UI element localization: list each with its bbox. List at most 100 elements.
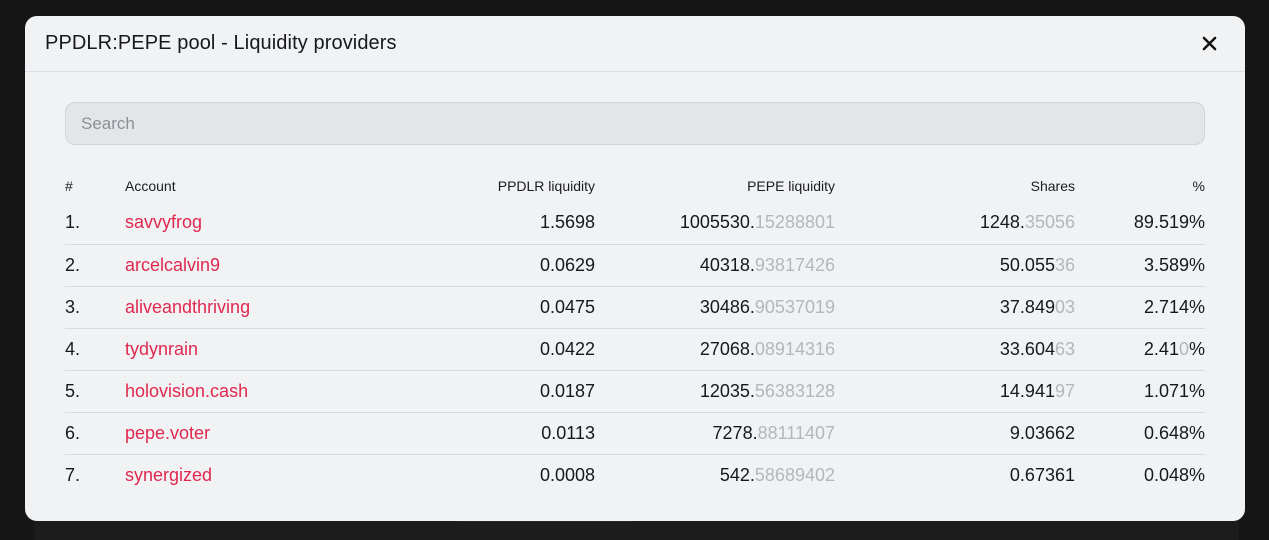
percent-cell: 89.519% [1075, 202, 1205, 245]
row-index: 3. [65, 286, 125, 329]
shares-main-digits: 37.849 [999, 296, 1055, 317]
percent-cell: 0.048% [1075, 454, 1205, 496]
account-cell: aliveandthriving [125, 286, 375, 329]
row-index: 6. [65, 412, 125, 455]
row-index: 1. [65, 202, 125, 245]
table-row: 7. synergized 0.0008 542.58689402 0.6736… [65, 454, 1205, 496]
percent-sign: % [1188, 254, 1205, 275]
percent-dim: 0 [1178, 338, 1189, 359]
modal-body: # Account PPDLR liquidity PEPE liquidity… [25, 72, 1245, 496]
shares-cell: 1248.35056 [835, 202, 1075, 245]
liquidity-providers-modal: PPDLR:PEPE pool - Liquidity providers # … [25, 16, 1245, 521]
percent-sign: % [1188, 422, 1205, 443]
account-link[interactable]: synergized [125, 465, 212, 485]
percent-sign: % [1188, 380, 1205, 401]
ppdlr-liquidity-cell: 0.0629 [375, 244, 595, 287]
row-index: 2. [65, 244, 125, 287]
pepe-dim-digits: 08914316 [754, 338, 835, 359]
header-pepe-liquidity: PEPE liquidity [747, 178, 835, 194]
account-cell: arcelcalvin9 [125, 244, 375, 287]
modal-title: PPDLR:PEPE pool - Liquidity providers [45, 32, 397, 54]
table-header: # Account PPDLR liquidity PEPE liquidity… [65, 170, 1205, 202]
pepe-main-digits: 12035. [699, 380, 755, 401]
account-link[interactable]: savvyfrog [125, 212, 202, 232]
pepe-main-digits: 1005530. [679, 212, 755, 233]
close-button[interactable] [1197, 32, 1221, 56]
pepe-dim-digits: 56383128 [754, 380, 835, 401]
pepe-dim-digits: 93817426 [754, 254, 835, 275]
pepe-main-digits: 542. [719, 464, 755, 485]
pepe-main-digits: 7278. [712, 422, 758, 443]
account-link[interactable]: tydynrain [125, 339, 198, 359]
table-row: 4. tydynrain 0.0422 27068.08914316 33.60… [65, 328, 1205, 371]
pepe-dim-digits: 88111407 [757, 422, 835, 443]
table-body: 1. savvyfrog 1.5698 1005530.15288801 124… [65, 202, 1205, 496]
shares-dim-digits: 63 [1054, 338, 1075, 359]
pepe-main-digits: 27068. [699, 338, 755, 359]
percent-cell: 1.071% [1075, 370, 1205, 413]
row-index: 5. [65, 370, 125, 413]
pepe-liquidity-cell: 12035.56383128 [595, 370, 835, 413]
percent-main: 3.589 [1143, 254, 1189, 275]
search-input[interactable] [65, 102, 1205, 145]
shares-cell: 14.94197 [835, 370, 1075, 413]
account-cell: tydynrain [125, 328, 375, 371]
percent-cell: 2.410% [1075, 328, 1205, 371]
account-cell: synergized [125, 454, 375, 496]
percent-main: 0.648 [1143, 422, 1189, 443]
percent-sign: % [1188, 464, 1205, 485]
percent-sign: % [1188, 212, 1205, 233]
close-icon [1202, 36, 1216, 51]
pepe-liquidity-cell: 542.58689402 [595, 454, 835, 496]
ppdlr-liquidity-cell: 0.0475 [375, 286, 595, 329]
account-link[interactable]: pepe.voter [125, 423, 210, 443]
percent-sign: % [1188, 296, 1205, 317]
row-index: 4. [65, 328, 125, 371]
shares-cell: 9.03662 [835, 412, 1075, 455]
account-link[interactable]: arcelcalvin9 [125, 255, 220, 275]
header-shares: Shares [1030, 178, 1075, 194]
shares-cell: 50.05536 [835, 244, 1075, 287]
providers-table: # Account PPDLR liquidity PEPE liquidity… [65, 170, 1205, 496]
shares-main-digits: 9.03662 [1009, 422, 1075, 443]
pepe-liquidity-cell: 30486.90537019 [595, 286, 835, 329]
percent-sign: % [1188, 338, 1205, 359]
pepe-liquidity-cell: 40318.93817426 [595, 244, 835, 287]
shares-dim-digits: 03 [1054, 296, 1075, 317]
percent-cell: 3.589% [1075, 244, 1205, 287]
pepe-dim-digits: 90537019 [754, 296, 835, 317]
table-row: 2. arcelcalvin9 0.0629 40318.93817426 50… [65, 244, 1205, 287]
account-cell: holovision.cash [125, 370, 375, 413]
percent-cell: 2.714% [1075, 286, 1205, 329]
percent-main: 89.519 [1133, 212, 1189, 233]
shares-main-digits: 33.604 [999, 338, 1055, 359]
ppdlr-liquidity-cell: 1.5698 [375, 202, 595, 245]
shares-cell: 0.67361 [835, 454, 1075, 496]
pepe-liquidity-cell: 1005530.15288801 [595, 202, 835, 245]
table-row: 5. holovision.cash 0.0187 12035.56383128… [65, 370, 1205, 413]
account-link[interactable]: aliveandthriving [125, 297, 250, 317]
table-row: 1. savvyfrog 1.5698 1005530.15288801 124… [65, 202, 1205, 245]
shares-main-digits: 1248. [979, 212, 1025, 233]
pepe-liquidity-cell: 7278.88111407 [595, 412, 835, 455]
percent-cell: 0.648% [1075, 412, 1205, 455]
ppdlr-liquidity-cell: 0.0008 [539, 464, 595, 485]
pepe-main-digits: 30486. [699, 296, 755, 317]
percent-main: 2.41 [1143, 338, 1179, 359]
ppdlr-liquidity-cell: 0.0187 [375, 370, 595, 413]
account-link[interactable]: holovision.cash [125, 381, 248, 401]
pepe-dim-digits: 15288801 [754, 212, 835, 233]
header-percent: % [1192, 178, 1205, 194]
shares-dim-digits: 97 [1054, 380, 1075, 401]
shares-main-digits: 14.941 [999, 380, 1055, 401]
shares-dim-digits: 36 [1054, 254, 1075, 275]
pepe-dim-digits: 58689402 [754, 464, 835, 485]
account-cell: savvyfrog [125, 202, 375, 245]
ppdlr-liquidity-cell: 0.0113 [375, 412, 595, 455]
header-index: # [65, 178, 73, 194]
shares-dim-digits: 35056 [1024, 212, 1075, 233]
row-index: 7. [65, 464, 81, 485]
table-row: 3. aliveandthriving 0.0475 30486.9053701… [65, 286, 1205, 329]
ppdlr-liquidity-cell: 0.0422 [375, 328, 595, 371]
modal-header: PPDLR:PEPE pool - Liquidity providers [25, 16, 1245, 72]
